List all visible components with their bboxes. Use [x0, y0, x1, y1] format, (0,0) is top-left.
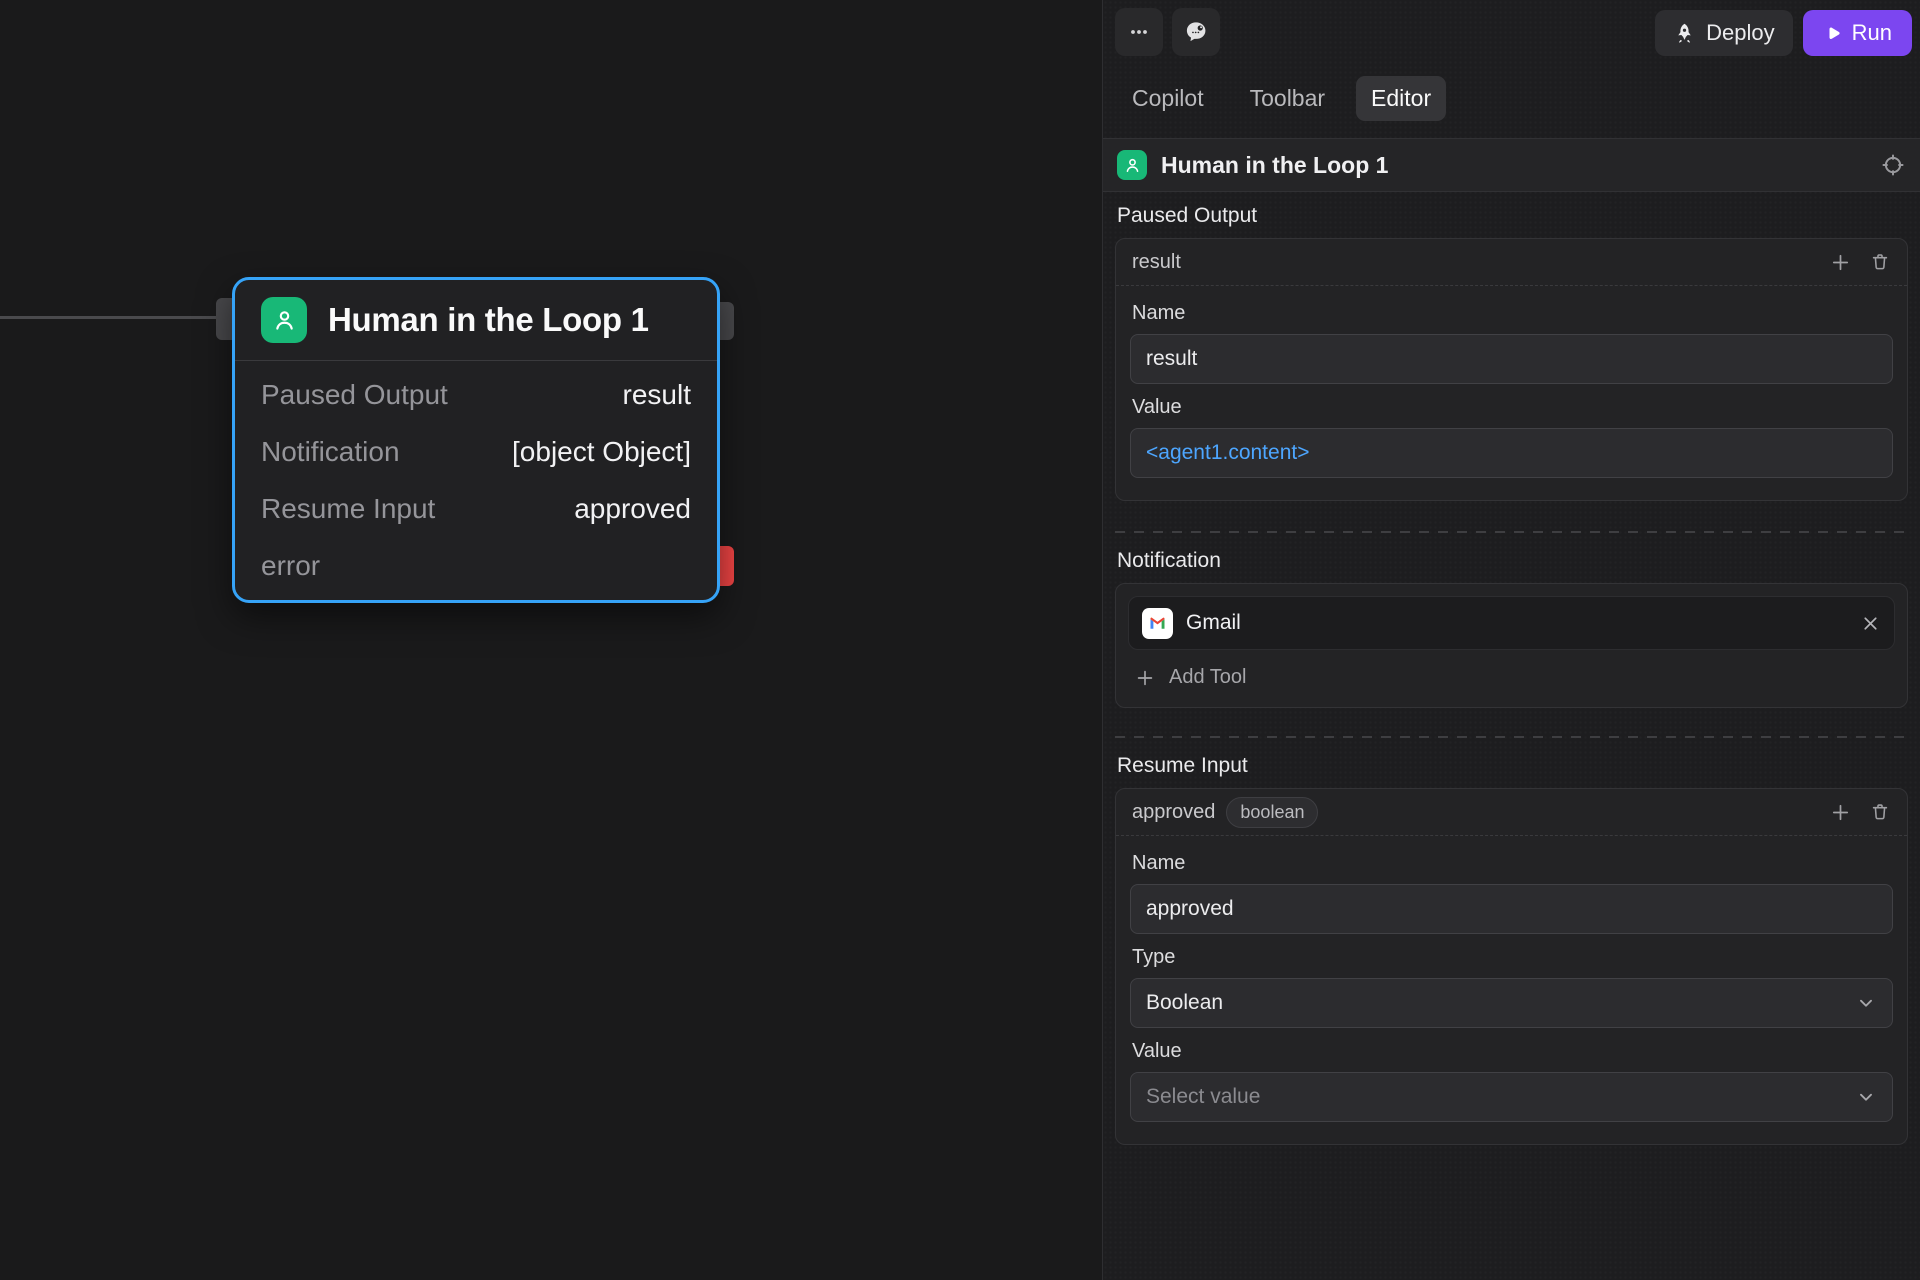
plus-icon[interactable] — [1829, 801, 1852, 824]
section-label-resume-input: Resume Input — [1117, 754, 1906, 778]
tab-copilot[interactable]: Copilot — [1117, 76, 1219, 121]
value-label: Value — [1132, 396, 1891, 419]
flow-canvas[interactable]: Human in the Loop 1 Paused Output result… — [0, 0, 1102, 1280]
paused-output-card-header: result — [1116, 239, 1907, 286]
template-token: <agent1.content> — [1146, 441, 1309, 465]
type-select-value: Boolean — [1146, 991, 1223, 1015]
human-in-the-loop-node[interactable]: Human in the Loop 1 Paused Output result… — [232, 277, 720, 603]
section-label-paused-output: Paused Output — [1117, 204, 1906, 228]
name-label: Name — [1132, 302, 1891, 325]
close-icon[interactable] — [1860, 613, 1881, 634]
panel-top-bar: Deploy Run Copilot Toolbar Editor — [1103, 0, 1920, 138]
section-label-notification: Notification — [1117, 549, 1906, 573]
row-label: Paused Output — [261, 379, 448, 411]
paused-output-name-input[interactable] — [1130, 334, 1893, 384]
plus-icon — [1134, 667, 1156, 689]
value-label: Value — [1132, 1040, 1891, 1063]
app-window: Human in the Loop 1 Paused Output result… — [0, 0, 1920, 1280]
notification-card-body: Gmail Add Tool — [1116, 584, 1907, 707]
row-value: [object Object] — [512, 436, 691, 468]
chevron-down-icon — [1855, 1086, 1877, 1108]
chevron-down-icon — [1855, 992, 1877, 1014]
node-row-paused-output: Paused Output result — [261, 366, 691, 423]
run-button[interactable]: Run — [1803, 10, 1912, 56]
tab-editor[interactable]: Editor — [1356, 76, 1446, 121]
resume-input-card: approved boolean Name Type — [1115, 788, 1908, 1145]
run-controls: Deploy Run — [1655, 10, 1912, 56]
inspector-header: Human in the Loop 1 — [1103, 138, 1920, 192]
deploy-label: Deploy — [1706, 20, 1774, 46]
crosshair-icon[interactable] — [1880, 152, 1906, 178]
tab-toolbar[interactable]: Toolbar — [1235, 76, 1340, 121]
run-label: Run — [1852, 20, 1892, 46]
gmail-tool-row[interactable]: Gmail — [1128, 596, 1895, 650]
paused-output-card: result Name Value <agent1. — [1115, 238, 1908, 501]
notification-card: Gmail Add Tool — [1115, 583, 1908, 708]
rocket-icon — [1673, 22, 1696, 45]
value-select[interactable]: Select value — [1130, 1072, 1893, 1122]
row-label: Notification — [261, 436, 400, 468]
node-header[interactable]: Human in the Loop 1 — [235, 280, 717, 361]
node-body: Paused Output result Notification [objec… — [235, 361, 717, 599]
edge-wire — [0, 316, 222, 319]
add-tool-label: Add Tool — [1169, 666, 1246, 689]
row-label: Resume Input — [261, 493, 435, 525]
chat-bubble-icon — [1183, 19, 1209, 45]
type-badge: boolean — [1226, 797, 1318, 828]
row-value: approved — [574, 493, 691, 525]
row-value: result — [623, 379, 691, 411]
add-tool-button[interactable]: Add Tool — [1128, 656, 1895, 689]
section-divider — [1115, 736, 1908, 738]
plus-icon[interactable] — [1829, 251, 1852, 274]
item-name: approved — [1132, 801, 1215, 824]
person-icon — [261, 297, 307, 343]
section-divider — [1115, 531, 1908, 533]
item-name: result — [1132, 251, 1181, 274]
gmail-icon — [1142, 608, 1173, 639]
ellipsis-icon — [1127, 20, 1151, 44]
paused-output-card-body: Name Value <agent1.content> — [1116, 286, 1907, 500]
node-row-error: error — [261, 537, 691, 594]
value-select-placeholder: Select value — [1146, 1085, 1260, 1109]
inspector-title: Human in the Loop 1 — [1161, 152, 1388, 179]
play-icon — [1823, 24, 1842, 43]
more-options-button[interactable] — [1115, 8, 1163, 56]
person-icon — [1117, 150, 1147, 180]
paused-output-value-input[interactable]: <agent1.content> — [1130, 428, 1893, 478]
node-row-resume-input: Resume Input approved — [261, 480, 691, 537]
node-title: Human in the Loop 1 — [328, 301, 649, 339]
type-select[interactable]: Boolean — [1130, 978, 1893, 1028]
type-label: Type — [1132, 946, 1891, 969]
deploy-button[interactable]: Deploy — [1655, 10, 1792, 56]
resume-input-card-body: Name Type Boolean Value Select value — [1116, 836, 1907, 1144]
resume-input-card-header: approved boolean — [1116, 789, 1907, 836]
resume-input-name-input[interactable] — [1130, 884, 1893, 934]
panel-tabs: Copilot Toolbar Editor — [1117, 76, 1462, 121]
inspector-panel: Deploy Run Copilot Toolbar Editor — [1102, 0, 1920, 1280]
name-label: Name — [1132, 852, 1891, 875]
assistant-button[interactable] — [1172, 8, 1220, 56]
node-row-notification: Notification [object Object] — [261, 423, 691, 480]
tool-name: Gmail — [1186, 611, 1241, 635]
panel-tools — [1115, 8, 1220, 56]
row-label: error — [261, 550, 320, 582]
trash-icon[interactable] — [1869, 801, 1891, 824]
trash-icon[interactable] — [1869, 251, 1891, 274]
